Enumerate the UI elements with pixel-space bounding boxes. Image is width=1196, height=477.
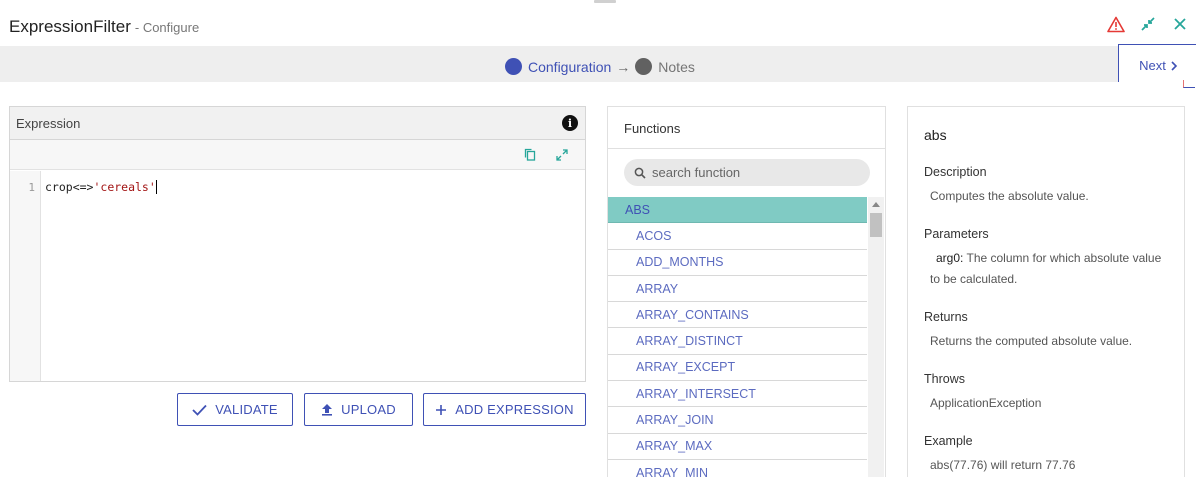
parameter-description: The column for which absolute value to b… (930, 251, 1162, 286)
function-item-array-except[interactable]: ARRAY_EXCEPT (608, 355, 867, 382)
validate-button[interactable]: VALIDATE (177, 393, 293, 426)
function-item-acos[interactable]: ACOS (608, 223, 867, 250)
stepper-bar: Configuration → Notes (0, 46, 1196, 82)
function-details-panel: abs Description Computes the absolute va… (907, 106, 1185, 477)
expand-icon[interactable] (555, 148, 569, 162)
description-text: Computes the absolute value. (930, 189, 1089, 203)
function-item-array-join[interactable]: ARRAY_JOIN (608, 407, 867, 434)
parameters-heading: Parameters (924, 227, 989, 241)
line-gutter: 1 (10, 171, 41, 381)
warning-icon[interactable] (1106, 14, 1126, 34)
throws-text: ApplicationException (930, 396, 1042, 410)
code-area[interactable]: crop<=>'cereals' (41, 171, 585, 381)
function-search (624, 159, 870, 186)
step-configuration-label[interactable]: Configuration (528, 59, 611, 75)
step-arrow: → (616, 58, 631, 75)
info-icon[interactable]: i (562, 115, 578, 131)
function-item-array-contains[interactable]: ARRAY_CONTAINS (608, 302, 867, 329)
next-button[interactable]: Next (1118, 44, 1196, 82)
close-icon[interactable] (1170, 14, 1190, 34)
code-operator: crop<=> (45, 180, 94, 194)
example-text: abs(77.76) will return 77.76 (930, 458, 1076, 472)
steps: Configuration → Notes (505, 58, 695, 75)
parameter-name: arg0: (936, 251, 964, 265)
step-notes-label[interactable]: Notes (658, 59, 695, 75)
line-number: 1 (28, 181, 35, 194)
expression-panel: Expression i 1 crop<=>'cereals' (9, 106, 586, 382)
chevron-right-icon (1171, 60, 1177, 71)
minimize-icon[interactable] (1138, 14, 1158, 34)
search-function-input[interactable] (652, 165, 852, 180)
add-expression-button[interactable]: ADD EXPRESSION (423, 393, 586, 426)
step-configuration-dot[interactable] (505, 58, 522, 75)
scroll-up-arrow-icon[interactable] (872, 202, 880, 207)
dialog-title: ExpressionFilter - Configure (9, 17, 199, 37)
search-icon (634, 167, 646, 179)
returns-heading: Returns (924, 310, 968, 324)
plus-icon (436, 404, 447, 415)
editor-toolbar (10, 140, 585, 170)
drag-handle[interactable] (594, 0, 616, 3)
upload-button[interactable]: UPLOAD (304, 393, 413, 426)
code-string: 'cereals' (93, 180, 156, 194)
example-section: Example abs(77.76) will return 77.76 (924, 434, 1184, 476)
validate-label: VALIDATE (215, 402, 278, 417)
corner-mark (1183, 80, 1195, 88)
copy-icon[interactable] (523, 148, 537, 162)
function-item-array-min[interactable]: ARRAY_MIN (608, 460, 867, 477)
function-item-array[interactable]: ARRAY (608, 276, 867, 303)
text-caret (155, 180, 157, 194)
step-notes-dot[interactable] (635, 58, 653, 75)
next-label: Next (1139, 58, 1166, 73)
returns-section: Returns Returns the computed absolute va… (924, 310, 1184, 352)
function-item-array-max[interactable]: ARRAY_MAX (608, 434, 867, 460)
check-icon (192, 404, 207, 416)
code-editor[interactable]: 1 crop<=>'cereals' (10, 171, 585, 381)
expression-title: Expression (16, 115, 81, 131)
expression-filter-dialog: ExpressionFilter - Configure Configurati… (0, 0, 1196, 477)
header-actions (1106, 14, 1190, 34)
function-name: abs (924, 127, 947, 143)
component-name: ExpressionFilter (9, 17, 131, 36)
scroll-thumb[interactable] (870, 213, 882, 237)
parameter-text: arg0: The column for which absolute valu… (924, 248, 1164, 290)
description-heading: Description (924, 165, 987, 179)
description-section: Description Computes the absolute value. (924, 165, 1184, 207)
throws-section: Throws ApplicationException (924, 372, 1184, 414)
function-list: ABS ACOS ADD_MONTHS ARRAY ARRAY_CONTAINS ARRA… (608, 197, 867, 477)
returns-text: Returns the computed absolute value. (930, 334, 1133, 348)
throws-heading: Throws (924, 372, 965, 386)
function-list-scrollbar[interactable] (868, 197, 884, 477)
function-item-add-months[interactable]: ADD_MONTHS (608, 250, 867, 276)
functions-title: Functions (608, 107, 885, 149)
upload-icon (322, 404, 333, 416)
function-item-array-intersect[interactable]: ARRAY_INTERSECT (608, 381, 867, 408)
configure-subtitle: - Configure (134, 20, 200, 35)
add-expression-label: ADD EXPRESSION (455, 402, 574, 417)
parameters-section: Parameters arg0: The column for which ab… (924, 227, 1184, 290)
function-item-abs[interactable]: ABS (608, 197, 867, 224)
example-heading: Example (924, 434, 973, 448)
functions-panel: Functions ABSACOSADD_MONTHSARRAYARRAY_CO… (607, 106, 886, 477)
function-item-array-distinct[interactable]: ARRAY_DISTINCT (608, 328, 867, 355)
upload-label: UPLOAD (341, 402, 396, 417)
expression-header: Expression i (10, 107, 585, 140)
